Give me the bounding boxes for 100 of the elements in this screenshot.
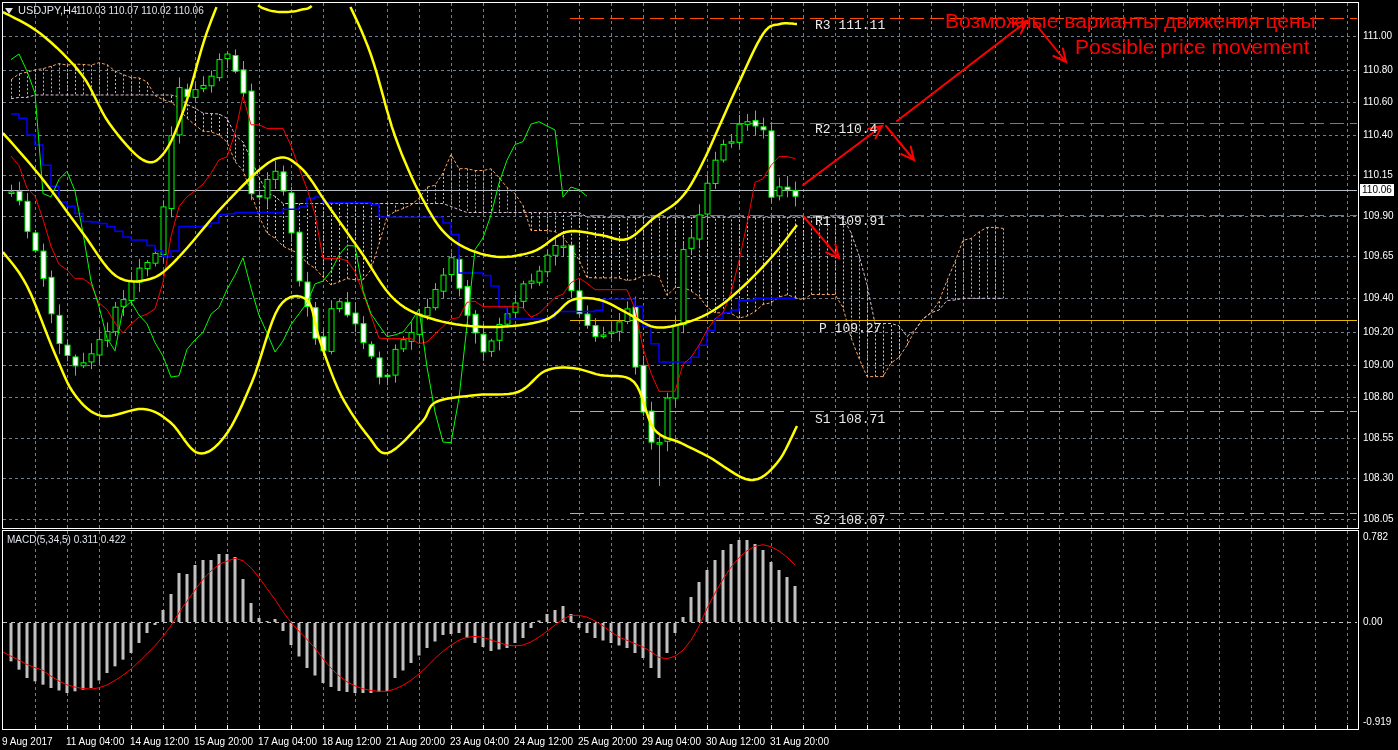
- histogram-bar: [625, 623, 629, 648]
- histogram-bar: [97, 623, 101, 681]
- histogram-bar: [17, 623, 21, 670]
- triangle-icon: [5, 8, 13, 14]
- price-axis-label: 109.90: [1363, 210, 1394, 222]
- time-axis-label: 9 Aug 2017: [2, 735, 53, 747]
- histogram-bar: [577, 623, 581, 628]
- time-axis-label: 18 Aug 12:00: [322, 735, 381, 747]
- histogram-bar: [233, 557, 237, 622]
- histogram-bar: [137, 623, 141, 643]
- time-axis-label: 11 Aug 04:00: [66, 735, 125, 747]
- pivot-label: S2 108.07: [815, 514, 886, 528]
- histogram-bar: [313, 623, 317, 676]
- time-axis-label: 14 Aug 12:00: [130, 735, 189, 747]
- histogram-bar: [473, 623, 477, 643]
- histogram-bar: [393, 623, 397, 678]
- histogram-bar: [169, 594, 173, 622]
- histogram-bar: [209, 560, 213, 622]
- histogram-bar: [713, 560, 717, 622]
- time-axis-label: 29 Aug 04:00: [642, 735, 701, 747]
- histogram-bar: [321, 623, 325, 683]
- histogram-bar: [681, 617, 685, 622]
- histogram-bar: [89, 623, 93, 688]
- current-price-label: 110.06: [1360, 184, 1394, 196]
- histogram-bar: [449, 623, 453, 634]
- price-axis-label: 108.05: [1363, 513, 1394, 525]
- pivot-label: R3 111.11: [815, 19, 886, 33]
- histogram-bar: [377, 623, 381, 692]
- histogram-bar: [193, 565, 197, 622]
- histogram-bar: [505, 623, 509, 648]
- histogram-bar: [289, 623, 293, 645]
- histogram-bar: [721, 550, 725, 622]
- histogram-bar: [345, 623, 349, 692]
- histogram-bar: [385, 623, 389, 691]
- forecast-arrow: [803, 216, 841, 260]
- pivot-label: P 109.27: [819, 322, 882, 336]
- histogram-bar: [337, 623, 341, 691]
- histogram-bar: [497, 623, 501, 650]
- histogram-bar: [705, 570, 709, 622]
- price-axis-label: 108.30: [1363, 472, 1394, 484]
- histogram-bar: [281, 623, 285, 631]
- price-axis-label: 111.00: [1363, 30, 1393, 42]
- histogram-bar: [105, 623, 109, 673]
- histogram-bar: [513, 623, 517, 643]
- time-axis-label: 23 Aug 04:00: [450, 735, 509, 747]
- time-axis-label: 24 Aug 12:00: [514, 735, 573, 747]
- price-axis-label: 108.55: [1363, 432, 1394, 444]
- histogram-bar: [545, 614, 549, 622]
- histogram-bar: [609, 623, 613, 643]
- macd-axis-label: -0.919: [1363, 716, 1392, 728]
- histogram-bar: [649, 623, 653, 668]
- price-axis-label: 110.60: [1363, 96, 1393, 108]
- histogram-bar: [457, 623, 461, 633]
- histogram-bar: [217, 554, 221, 622]
- histogram-bar: [793, 586, 797, 622]
- histogram-bar: [57, 623, 61, 691]
- time-axis-label: 31 Aug 20:00: [770, 735, 829, 747]
- histogram-bar: [521, 623, 525, 638]
- histogram-bar: [673, 623, 677, 633]
- histogram-bar: [369, 623, 373, 693]
- histogram-bar: [633, 623, 637, 653]
- histogram-bar: [433, 623, 437, 642]
- histogram-bar: [41, 623, 45, 685]
- histogram-bar: [593, 623, 597, 638]
- histogram-bar: [185, 574, 189, 622]
- histogram-bar: [641, 623, 645, 658]
- histogram-bar: [73, 623, 77, 692]
- histogram-bar: [329, 623, 333, 687]
- histogram-bar: [161, 610, 165, 622]
- chart-symbol: USDJPY,H4: [18, 4, 78, 17]
- histogram-bar: [777, 570, 781, 622]
- histogram-bar: [121, 623, 125, 660]
- pivot-label: R1 109.91: [815, 215, 886, 229]
- histogram-bar: [9, 623, 13, 662]
- macd-axis-label: 0.00: [1363, 616, 1383, 628]
- histogram-bar: [361, 623, 365, 693]
- histogram-bar: [425, 623, 429, 648]
- histogram-bar: [553, 610, 557, 622]
- price-axis-label: 110.40: [1363, 129, 1393, 141]
- histogram-bar: [241, 579, 245, 622]
- histogram-bar: [401, 623, 405, 671]
- histogram-bar: [353, 623, 357, 693]
- price-axis-label: 109.65: [1363, 250, 1394, 262]
- price-axis-label: 109.00: [1363, 359, 1394, 371]
- histogram-bar: [665, 623, 669, 653]
- histogram-bar: [201, 560, 205, 622]
- histogram-bar: [49, 623, 53, 688]
- histogram-bar: [145, 623, 149, 633]
- histogram-bar: [417, 623, 421, 656]
- histogram-bar: [769, 562, 773, 622]
- histogram-bar: [225, 554, 229, 622]
- histogram-bar: [569, 614, 573, 622]
- price-axis-label: 109.20: [1363, 326, 1394, 338]
- histogram-bar: [305, 623, 309, 668]
- histogram-bar: [177, 573, 181, 622]
- histogram-bar: [489, 623, 493, 651]
- histogram-bar: [65, 623, 69, 693]
- histogram-bar: [33, 623, 37, 682]
- histogram-bar: [297, 623, 301, 657]
- histogram-bar: [465, 623, 469, 638]
